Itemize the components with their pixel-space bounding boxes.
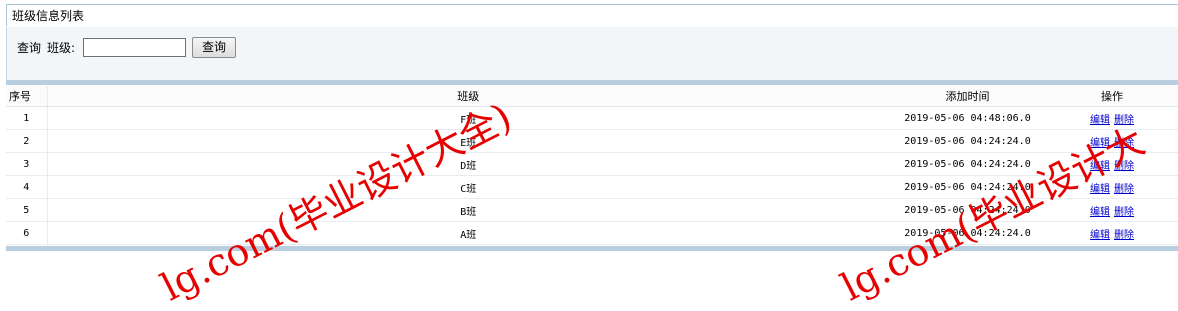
row-index: 5 — [6, 198, 48, 222]
row-ops: 编辑 删除 — [1046, 129, 1178, 153]
table-header-row: 序号 班级 添加时间 操作 — [6, 86, 1178, 107]
table-row: 5 B班 2019-05-06 04:24:24.0 编辑 删除 — [6, 198, 1178, 222]
edit-link[interactable]: 编辑 — [1090, 138, 1110, 149]
row-index: 2 — [6, 129, 48, 153]
class-search-input[interactable] — [83, 38, 186, 57]
row-time: 2019-05-06 04:24:24.0 — [889, 198, 1046, 222]
row-ops: 编辑 删除 — [1046, 198, 1178, 222]
table-row: 2 E班 2019-05-06 04:24:24.0 编辑 删除 — [6, 129, 1178, 153]
table-row: 6 A班 2019-05-06 04:24:24.0 编辑 删除 — [6, 221, 1178, 245]
row-ops: 编辑 删除 — [1046, 175, 1178, 199]
class-label: 班级: — [47, 41, 76, 55]
delete-link[interactable]: 删除 — [1114, 138, 1134, 149]
panel-title: 班级信息列表 — [6, 4, 1178, 26]
delete-link[interactable]: 删除 — [1114, 207, 1134, 218]
row-ops: 编辑 删除 — [1046, 221, 1178, 245]
row-class: B班 — [47, 198, 889, 222]
delete-link[interactable]: 删除 — [1114, 184, 1134, 195]
row-time: 2019-05-06 04:24:24.0 — [889, 129, 1046, 153]
edit-link[interactable]: 编辑 — [1090, 207, 1110, 218]
edit-link[interactable]: 编辑 — [1090, 161, 1110, 172]
row-time: 2019-05-06 04:24:24.0 — [889, 152, 1046, 176]
row-index: 3 — [6, 152, 48, 176]
edit-link[interactable]: 编辑 — [1090, 184, 1110, 195]
query-label: 查询 — [17, 41, 42, 55]
row-class: E班 — [47, 129, 889, 153]
delete-link[interactable]: 删除 — [1114, 115, 1134, 126]
table-row: 4 C班 2019-05-06 04:24:24.0 编辑 删除 — [6, 175, 1178, 199]
header-class: 班级 — [47, 86, 889, 107]
edit-link[interactable]: 编辑 — [1090, 115, 1110, 126]
class-table: 序号 班级 添加时间 操作 1 F班 2019-05-06 04:48:06.0… — [6, 86, 1178, 245]
row-class: D班 — [47, 152, 889, 176]
row-ops: 编辑 删除 — [1046, 106, 1178, 130]
row-class: C班 — [47, 175, 889, 199]
search-button[interactable]: 查询 — [192, 37, 236, 58]
search-bar: 查询 班级: 查询 — [6, 27, 1178, 80]
row-index: 1 — [6, 106, 48, 130]
delete-link[interactable]: 删除 — [1114, 161, 1134, 172]
row-index: 4 — [6, 175, 48, 199]
row-time: 2019-05-06 04:24:24.0 — [889, 221, 1046, 245]
edit-link[interactable]: 编辑 — [1090, 230, 1110, 241]
table-row: 3 D班 2019-05-06 04:24:24.0 编辑 删除 — [6, 152, 1178, 176]
footer-divider — [6, 246, 1178, 251]
header-ops: 操作 — [1046, 86, 1178, 107]
row-class: A班 — [47, 221, 889, 245]
header-divider — [6, 80, 1178, 85]
row-time: 2019-05-06 04:24:24.0 — [889, 175, 1046, 199]
row-time: 2019-05-06 04:48:06.0 — [889, 106, 1046, 130]
row-class: F班 — [47, 106, 889, 130]
header-time: 添加时间 — [889, 86, 1046, 107]
row-ops: 编辑 删除 — [1046, 152, 1178, 176]
header-index: 序号 — [6, 86, 48, 107]
delete-link[interactable]: 删除 — [1114, 230, 1134, 241]
row-index: 6 — [6, 221, 48, 245]
table-row: 1 F班 2019-05-06 04:48:06.0 编辑 删除 — [6, 106, 1178, 130]
